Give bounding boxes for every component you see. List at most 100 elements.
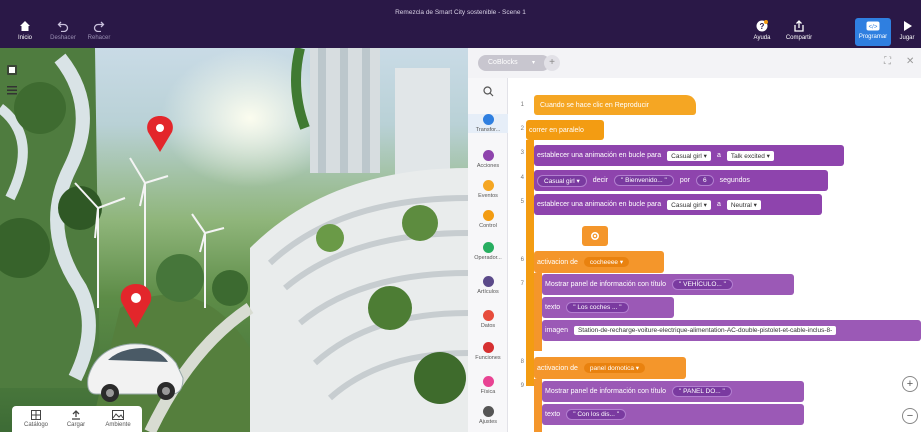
category-item[interactable]: Eventos (468, 180, 508, 199)
object-dropdown[interactable]: Casual girl ▾ (537, 174, 587, 187)
block-set-loop-animation[interactable]: establecer una animación en bucle para C… (534, 145, 844, 166)
block-when-play-clicked[interactable]: Cuando se hace clic en Reproducir (534, 95, 696, 115)
search-blocks[interactable] (468, 86, 508, 97)
catalog-icon (31, 410, 41, 420)
add-tab-button[interactable]: + (544, 55, 560, 71)
category-label: Datos (480, 323, 496, 329)
text-input[interactable]: " Los coches ... " (566, 302, 629, 313)
category-item[interactable]: Operador... (468, 242, 508, 261)
list-icon[interactable] (6, 84, 18, 96)
category-icon (482, 406, 494, 417)
category-icon (482, 376, 494, 387)
category-label: Ajustes (478, 419, 498, 425)
catalog-button[interactable]: Catálogo (16, 410, 56, 428)
parallel-bracket (526, 140, 534, 386)
category-label: Transfor... (475, 127, 501, 133)
line-number: 8 (520, 359, 524, 365)
block-run-parallel[interactable]: correr en paralelo (526, 120, 604, 140)
category-item[interactable]: Funciones (468, 342, 508, 361)
home-button[interactable]: Inicio (8, 20, 42, 41)
object-dropdown[interactable]: Casual girl ▾ (667, 199, 711, 210)
category-label: Funciones (475, 355, 501, 361)
share-label: Compartir (785, 35, 813, 41)
scene-toolbar (6, 64, 22, 96)
program-button[interactable]: </> Programar (855, 18, 891, 46)
block-info-text[interactable]: texto " Los coches ... " (542, 297, 674, 318)
block-show-info-panel[interactable]: Mostrar panel de información con título … (542, 381, 804, 402)
category-icon (482, 242, 494, 253)
title-input[interactable]: " PANEL DO... " (672, 386, 732, 397)
block-label: a (716, 201, 721, 208)
line-number: 7 (520, 281, 524, 287)
message-input[interactable]: " Bienvenido... " (613, 175, 674, 186)
block-info-text[interactable]: texto " Con los dis... " (542, 404, 804, 425)
block-show-info-panel[interactable]: Mostrar panel de información con título … (542, 274, 794, 295)
scene-viewport[interactable]: Catálogo Cargar Ambiente (0, 48, 468, 432)
block-info-image[interactable]: imagen Station-de-recharge-voiture-elect… (542, 320, 921, 341)
zoom-in-button[interactable]: + (902, 376, 918, 392)
zoom-out-button[interactable]: − (902, 408, 918, 424)
activation-bracket (534, 273, 542, 351)
help-icon: ? (756, 20, 768, 32)
category-item[interactable]: Física (468, 376, 508, 395)
code-tab-bar: CoBlocks ▾ + ⛶ ✕ (468, 48, 921, 78)
category-label: Artículos (477, 289, 499, 295)
category-item[interactable]: Artículos (468, 276, 508, 295)
object-dropdown[interactable]: panel domotica ▾ (583, 363, 646, 373)
category-icon (482, 180, 494, 191)
play-button[interactable]: Jugar (893, 20, 921, 41)
svg-text:?: ? (760, 22, 765, 31)
code-icon: </> (866, 21, 880, 31)
category-icon (482, 210, 494, 221)
category-item[interactable]: Datos (468, 310, 508, 329)
fullscreen-icon[interactable]: ⛶ (884, 56, 891, 67)
share-icon (794, 20, 804, 32)
coblocks-tab[interactable]: CoBlocks ▾ (478, 55, 550, 71)
undo-label: Deshacer (50, 35, 76, 41)
duration-input[interactable]: 6 (695, 175, 714, 186)
chevron-down-icon: ▾ (532, 60, 536, 66)
environment-button[interactable]: Ambiente (98, 410, 138, 428)
title-input[interactable]: " VEHÍCULO... " (672, 279, 733, 290)
block-label: Cuando se hace clic en Reproducir (540, 101, 649, 109)
block-say[interactable]: Casual girl ▾ decir " Bienvenido... " po… (534, 170, 828, 191)
redo-icon (93, 21, 105, 32)
block-label: imagen (545, 327, 568, 334)
block-activation[interactable]: activacion de cocheeee ▾ (534, 251, 664, 273)
image-input[interactable]: Station-de-recharge-voiture-electrique-a… (573, 326, 837, 335)
share-button[interactable]: Compartir (780, 20, 818, 41)
catalog-label: Catálogo (23, 422, 49, 428)
redo-label: Rehacer (87, 35, 111, 41)
activation-bracket (534, 379, 542, 432)
upload-button[interactable]: Cargar (56, 410, 96, 428)
layers-icon[interactable] (6, 64, 18, 76)
animation-dropdown[interactable]: Talk excited ▾ (726, 150, 774, 161)
close-icon[interactable]: ✕ (906, 56, 914, 67)
scene-bottom-bar: Catálogo Cargar Ambiente (12, 406, 142, 432)
block-label: activacion de (537, 364, 578, 372)
gear-icon (590, 231, 600, 241)
undo-icon (57, 21, 69, 32)
category-label: Control (479, 223, 497, 229)
category-item[interactable]: Control (468, 210, 508, 229)
block-label: Mostrar panel de información con título (545, 281, 667, 288)
category-item[interactable]: Acciones (468, 150, 508, 169)
category-icon (482, 276, 494, 287)
undo-button[interactable]: Deshacer (46, 20, 80, 41)
line-number: 6 (520, 257, 524, 263)
svg-text:</>: </> (869, 25, 878, 31)
object-dropdown[interactable]: Casual girl ▾ (667, 150, 711, 161)
settings-block[interactable] (582, 226, 608, 246)
upload-icon (72, 410, 80, 420)
object-dropdown[interactable]: cocheeee ▾ (583, 257, 630, 267)
redo-button[interactable]: Rehacer (82, 20, 116, 41)
block-label: Mostrar panel de información con título (545, 388, 667, 395)
help-button[interactable]: ? Ayuda (745, 20, 779, 41)
animation-dropdown[interactable]: Neutral ▾ (726, 199, 761, 210)
text-input[interactable]: " Con los dis... " (566, 409, 627, 420)
category-item[interactable]: Transfor... (468, 114, 508, 133)
block-activation[interactable]: activacion de panel domotica ▾ (534, 357, 686, 379)
category-item[interactable]: Ajustes (468, 406, 508, 425)
map-pin-icon (147, 116, 173, 152)
block-set-loop-animation[interactable]: establecer una animación en bucle para C… (534, 194, 822, 215)
